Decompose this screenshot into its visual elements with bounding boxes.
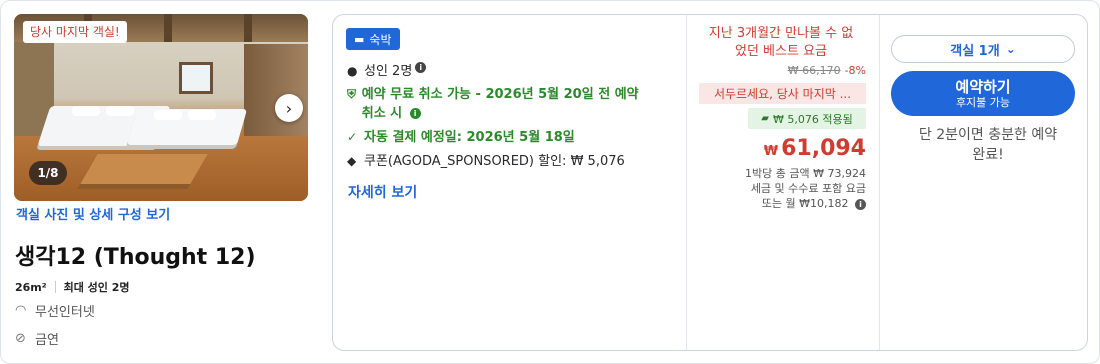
person-icon: ● <box>347 64 358 78</box>
last-room-badge: 당사 마지막 객실! <box>23 21 127 43</box>
coupon-applied-tag: ▰ ₩ 5,076 적용됨 <box>748 108 866 129</box>
offer-card: ▬ 숙박 ● 성인 2명 i ⛨ 예약 무료 취소 가능 - 2026년 5월 … <box>332 14 1088 351</box>
chevron-right-icon: › <box>285 98 293 118</box>
details-link[interactable]: 자세히 보기 <box>348 182 417 202</box>
divider <box>54 281 56 293</box>
coupon-label: 쿠폰(AGODA_SPONSORED) 할인: ₩ 5,076 <box>364 154 625 169</box>
shield-check-icon: ⛨ <box>347 87 357 101</box>
free-cancel-label: 예약 무료 취소 가능 - 2026년 5월 20일 전 예약 취소 시 <box>361 87 639 121</box>
amenity-no-smoking: ⊘ 금연 <box>15 329 59 348</box>
divider <box>686 15 687 350</box>
monthly-payment: 또는 월 ₩10,182 i <box>696 196 866 211</box>
coupon-row: ◆ 쿠폰(AGODA_SPONSORED) 할인: ₩ 5,076 <box>347 152 625 171</box>
currency-symbol: ₩ <box>763 144 779 159</box>
urgency-message: 단 2분이면 충분한 예약 완료! <box>898 125 1078 165</box>
guests-label: 성인 2명 <box>364 64 413 79</box>
price: ₩61,094 <box>696 136 866 161</box>
bed-icon: ▬ <box>354 32 365 46</box>
old-price: ₩ 66,170 <box>787 64 841 77</box>
hurry-banner: 서두르세요, 당사 마지막 ... <box>699 83 866 104</box>
stay-type-badge: ▬ 숙박 <box>346 28 400 50</box>
room-meta: 26m² 최대 성인 2명 <box>15 279 130 295</box>
room-title: 생각12 (Thought 12) <box>15 245 256 270</box>
amenity-label: 금연 <box>35 333 59 348</box>
check-icon: ✓ <box>347 130 358 144</box>
rooms-select[interactable]: 객실 1개 ⌄ <box>891 35 1075 63</box>
promo-line: 었던 베스트 요금 <box>735 44 827 59</box>
discount-percent: -8% <box>844 64 866 77</box>
info-icon[interactable]: i <box>409 108 421 119</box>
stay-type-label: 숙박 <box>369 32 392 47</box>
room-info-panel: 당사 마지막 객실! › 1/8 객실 사진 및 상세 구성 보기 생각12 (… <box>1 1 321 363</box>
book-button-sublabel: 후지불 가능 <box>955 95 1011 109</box>
book-button[interactable]: 예약하기 후지불 가능 <box>891 71 1075 116</box>
tax-note: 세금 및 수수료 포함 요금 <box>750 182 866 195</box>
carousel-next-button[interactable]: › <box>275 94 303 122</box>
room-photos-link[interactable]: 객실 사진 및 상세 구성 보기 <box>16 204 170 223</box>
divider <box>879 15 880 350</box>
room-max-guests: 최대 성인 2명 <box>63 281 130 294</box>
photo-counter: 1/8 <box>29 161 67 185</box>
urgency-line: 단 2분이면 충분한 예약 <box>918 127 1058 143</box>
coupon-applied-label: ₩ 5,076 적용됨 <box>772 112 853 126</box>
info-icon[interactable]: i <box>415 62 427 73</box>
info-icon[interactable]: i <box>855 198 866 210</box>
no-smoking-icon: ⊘ <box>15 331 26 346</box>
wifi-icon: ◠ <box>15 303 27 318</box>
rooms-select-value: 객실 1개 <box>950 43 1000 59</box>
chevron-down-icon: ⌄ <box>1005 42 1016 56</box>
room-listing: 당사 마지막 객실! › 1/8 객실 사진 및 상세 구성 보기 생각12 (… <box>0 0 1100 364</box>
promo-line: 지난 3개월간 만나볼 수 없 <box>708 26 854 41</box>
amenity-wifi: ◠ 무선인터넷 <box>15 301 95 320</box>
per-night-total: 1박당 총 금액 ₩ 73,924 <box>745 167 866 180</box>
promo-text: 지난 3개월간 만나볼 수 없 었던 베스트 요금 <box>696 25 866 61</box>
free-cancel-row: ⛨ 예약 무료 취소 가능 - 2026년 5월 20일 전 예약 취소 시 i <box>347 85 647 123</box>
guests-row: ● 성인 2명 i <box>347 62 427 81</box>
tag-icon: ◆ <box>347 154 357 168</box>
monthly-label: 또는 월 ₩10,182 <box>761 197 849 210</box>
ticket-icon: ▰ <box>761 113 769 124</box>
auto-payment-label: 자동 결제 예정일: 2026년 5월 18일 <box>364 130 575 145</box>
price-amount: 61,094 <box>781 136 866 161</box>
auto-payment-row: ✓ 자동 결제 예정일: 2026년 5월 18일 <box>347 128 575 147</box>
book-button-label: 예약하기 <box>955 77 1011 96</box>
urgency-line: 완료! <box>972 147 1004 163</box>
room-size: 26m² <box>15 280 47 294</box>
old-price-row: ₩ 66,170 -8% <box>696 64 866 77</box>
amenity-label: 무선인터넷 <box>35 305 95 320</box>
